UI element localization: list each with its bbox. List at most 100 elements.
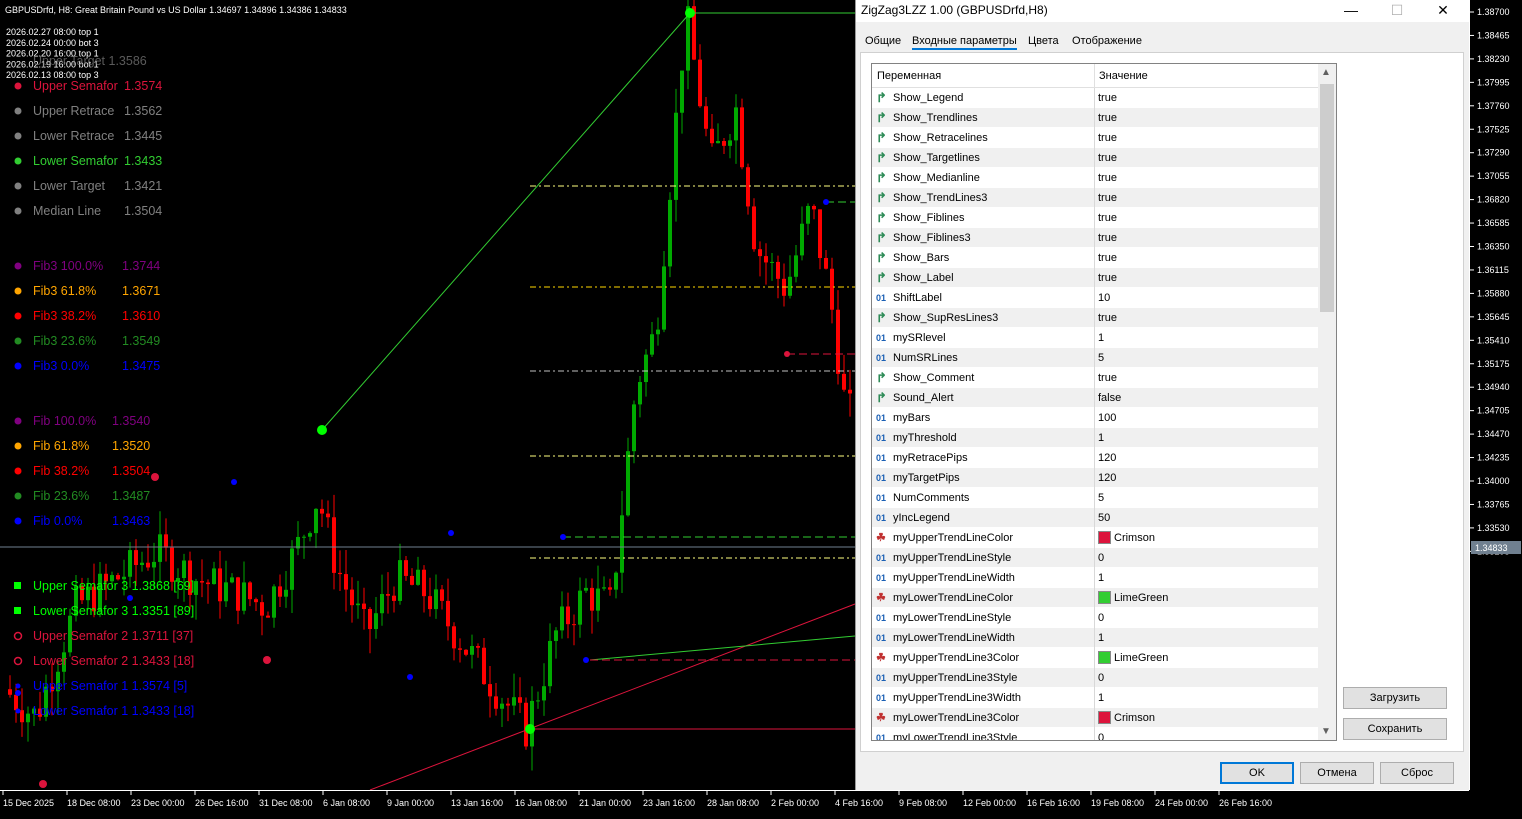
param-value[interactable]: true	[1098, 192, 1117, 204]
param-value[interactable]: 5	[1098, 352, 1104, 364]
param-value[interactable]: true	[1098, 252, 1117, 264]
param-value[interactable]: 120	[1098, 472, 1116, 484]
param-row-mysrlevel[interactable]: 01 mySRlevel 1	[872, 328, 1318, 348]
param-name: myUpperTrendLineWidth	[893, 572, 1015, 584]
param-value[interactable]: 100	[1098, 412, 1116, 424]
param-row-mybars[interactable]: 01 myBars 100	[872, 408, 1318, 428]
param-value[interactable]: true	[1098, 132, 1117, 144]
param-row-show_supreslines3[interactable]: ↱ Show_SupResLines3 true	[872, 308, 1318, 328]
param-value[interactable]: true	[1098, 92, 1117, 104]
param-row-show_fiblines[interactable]: ↱ Show_Fiblines true	[872, 208, 1318, 228]
tab-visualization[interactable]: Отображение	[1072, 35, 1142, 47]
param-value[interactable]: LimeGreen	[1114, 652, 1168, 664]
param-value[interactable]: Crimson	[1114, 712, 1155, 724]
param-value[interactable]: 0	[1098, 732, 1104, 740]
param-value[interactable]: 0	[1098, 672, 1104, 684]
param-row-sound_alert[interactable]: ↱ Sound_Alert false	[872, 388, 1318, 408]
param-row-mythreshold[interactable]: 01 myThreshold 1	[872, 428, 1318, 448]
save-button[interactable]: Сохранить	[1343, 718, 1447, 740]
param-row-mylowertrendlinewidth[interactable]: 01 myLowerTrendLineWidth 1	[872, 628, 1318, 648]
param-value[interactable]: 1	[1098, 632, 1104, 644]
param-row-show_fiblines3[interactable]: ↱ Show_Fiblines3 true	[872, 228, 1318, 248]
param-value[interactable]: true	[1098, 232, 1117, 244]
param-row-yinclegend[interactable]: 01 yIncLegend 50	[872, 508, 1318, 528]
candle-body	[788, 276, 792, 296]
param-value[interactable]: true	[1098, 112, 1117, 124]
color-swatch[interactable]	[1098, 531, 1111, 544]
param-value[interactable]: false	[1098, 392, 1121, 404]
param-row-mylowertrendline3style[interactable]: 01 myLowerTrendLine3Style 0	[872, 728, 1318, 740]
param-value[interactable]: 50	[1098, 512, 1110, 524]
param-value[interactable]: 1	[1098, 692, 1104, 704]
parameters-grid[interactable]: Переменная Значение ↱ Show_Legend true ↱ Sho…	[871, 63, 1337, 741]
param-value[interactable]: 10	[1098, 292, 1110, 304]
ok-button[interactable]: OK	[1220, 762, 1294, 784]
scroll-down-icon[interactable]: ▼	[1321, 726, 1331, 737]
price-axis[interactable]: 1.38700 1.38465 1.38230 1.37995 1.37760 1.375…	[1469, 0, 1522, 790]
param-row-show_trendlines3[interactable]: ↱ Show_TrendLines3 true	[872, 188, 1318, 208]
scroll-up-icon[interactable]: ▲	[1321, 67, 1331, 78]
time-axis[interactable]: 15 Dec 2025 18 Dec 08:00 23 Dec 00:00 26 De…	[0, 790, 1469, 813]
param-value[interactable]: 0	[1098, 612, 1104, 624]
param-value[interactable]: 1	[1098, 332, 1104, 344]
param-row-show_bars[interactable]: ↱ Show_Bars true	[872, 248, 1318, 268]
param-row-shiftlabel[interactable]: 01 ShiftLabel 10	[872, 288, 1318, 308]
param-row-mylowertrendline3color[interactable]: ☘ myLowerTrendLine3Color Crimson	[872, 708, 1318, 728]
param-row-numsrlines[interactable]: 01 NumSRLines 5	[872, 348, 1318, 368]
param-row-show_medianline[interactable]: ↱ Show_Medianline true	[872, 168, 1318, 188]
color-swatch[interactable]	[1098, 591, 1111, 604]
param-row-show_trendlines[interactable]: ↱ Show_Trendlines true	[872, 108, 1318, 128]
color-swatch[interactable]	[1098, 711, 1111, 724]
param-value[interactable]: true	[1098, 152, 1117, 164]
param-value[interactable]: 5	[1098, 492, 1104, 504]
param-value[interactable]: 1	[1098, 572, 1104, 584]
param-row-mytargetpips[interactable]: 01 myTargetPips 120	[872, 468, 1318, 488]
param-value[interactable]: LimeGreen	[1114, 592, 1168, 604]
load-button[interactable]: Загрузить	[1343, 687, 1447, 709]
grid-scrollbar[interactable]: ▲ ▼	[1318, 64, 1336, 740]
param-value[interactable]: 120	[1098, 452, 1116, 464]
param-row-show_targetlines[interactable]: ↱ Show_Targetlines true	[872, 148, 1318, 168]
maximize-button[interactable]: ☐	[1374, 0, 1420, 22]
close-button[interactable]: ✕	[1420, 0, 1466, 22]
param-row-mylowertrendlinestyle[interactable]: 01 myLowerTrendLineStyle 0	[872, 608, 1318, 628]
param-row-show_retracelines[interactable]: ↱ Show_Retracelines true	[872, 128, 1318, 148]
tab-colors[interactable]: Цвета	[1028, 35, 1059, 47]
param-value[interactable]: Crimson	[1114, 532, 1155, 544]
candle-body	[830, 268, 834, 310]
param-value[interactable]: 0	[1098, 552, 1104, 564]
param-value[interactable]: true	[1098, 372, 1117, 384]
param-row-numcomments[interactable]: 01 NumComments 5	[872, 488, 1318, 508]
candle-body	[614, 572, 618, 590]
param-value[interactable]: true	[1098, 172, 1117, 184]
param-row-myretracepips[interactable]: 01 myRetracePips 120	[872, 448, 1318, 468]
param-value[interactable]: true	[1098, 312, 1117, 324]
param-row-myuppertrendline3style[interactable]: 01 myUpperTrendLine3Style 0	[872, 668, 1318, 688]
scrollbar-thumb[interactable]	[1320, 84, 1334, 312]
column-variable[interactable]: Переменная	[877, 70, 941, 82]
param-row-show_label[interactable]: ↱ Show_Label true	[872, 268, 1318, 288]
tab-inputs[interactable]: Входные параметры	[912, 35, 1017, 50]
param-row-show_legend[interactable]: ↱ Show_Legend true	[872, 88, 1318, 108]
param-row-myuppertrendline3width[interactable]: 01 myUpperTrendLine3Width 1	[872, 688, 1318, 708]
minimize-button[interactable]: —	[1328, 0, 1374, 22]
param-row-myuppertrendline3color[interactable]: ☘ myUpperTrendLine3Color LimeGreen	[872, 648, 1318, 668]
candle-body	[536, 700, 540, 702]
param-row-show_comment[interactable]: ↱ Show_Comment true	[872, 368, 1318, 388]
tab-general[interactable]: Общие	[865, 35, 901, 47]
param-row-myuppertrendlinestyle[interactable]: 01 myUpperTrendLineStyle 0	[872, 548, 1318, 568]
color-swatch[interactable]	[1098, 651, 1111, 664]
semafor-dot	[823, 199, 829, 205]
reset-button[interactable]: Сброс	[1380, 762, 1454, 784]
param-row-myuppertrendlinewidth[interactable]: 01 myUpperTrendLineWidth 1	[872, 568, 1318, 588]
param-row-mylowertrendlinecolor[interactable]: ☘ myLowerTrendLineColor LimeGreen	[872, 588, 1318, 608]
param-value[interactable]: 1	[1098, 432, 1104, 444]
cancel-button[interactable]: Отмена	[1300, 762, 1374, 784]
legend-label: Upper Semafor 1 1.3574 [5]	[33, 679, 187, 693]
param-value[interactable]: true	[1098, 272, 1117, 284]
column-value[interactable]: Значение	[1099, 70, 1148, 82]
param-value[interactable]: true	[1098, 212, 1117, 224]
param-row-myuppertrendlinecolor[interactable]: ☘ myUpperTrendLineColor Crimson	[872, 528, 1318, 548]
int-param-icon: 01	[876, 493, 887, 503]
candle-body	[764, 256, 768, 263]
